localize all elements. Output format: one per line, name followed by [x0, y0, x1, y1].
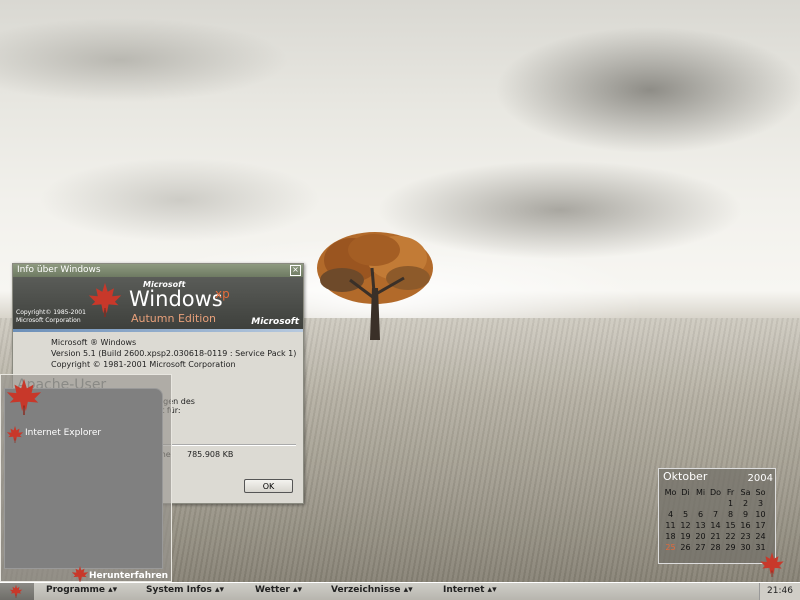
day-cell: 27	[695, 543, 706, 552]
version-text: Version 5.1 (Build 2600.xpsp2.030618-011…	[51, 349, 297, 358]
windows-xp-banner: Microsoft Windows xp Autumn Edition Copy…	[13, 277, 303, 329]
about-title: Info über Windows	[17, 265, 101, 275]
day-cell: 22	[725, 532, 736, 541]
day-cell: 3	[757, 499, 764, 508]
day-cell: 19	[680, 532, 691, 541]
day-cell: 1	[727, 499, 734, 508]
week-row: 18 19 20 21 22 23 24	[663, 531, 768, 542]
copyright-text: Copyright © 1981-2001 Microsoft Corporat…	[51, 360, 236, 369]
taskbar-menu-system-infos[interactable]: System Infos ▴▾	[146, 585, 224, 595]
day-cell: 6	[697, 510, 704, 519]
day-cell: 30	[740, 543, 751, 552]
day-cell: 23	[740, 532, 751, 541]
maple-leaf-icon	[5, 377, 43, 415]
week-row: 25 26 27 28 29 30 31	[663, 542, 768, 553]
day-cell: 29	[725, 543, 736, 552]
maple-leaf-icon	[9, 584, 23, 598]
weekday-label: Mi	[695, 488, 706, 497]
day-cell: 12	[680, 521, 691, 530]
banner-windows: Windows	[129, 287, 223, 311]
day-cell: 2	[742, 499, 749, 508]
calendar-grid: Mo Di Mi Do Fr Sa So 123 4 5 6 7 8 9 10 11 12 13…	[663, 487, 768, 553]
weekday-label: Mo	[664, 488, 677, 497]
maple-leaf-icon	[71, 565, 89, 583]
ok-button[interactable]: OK	[244, 479, 293, 493]
close-icon: ×	[292, 265, 299, 274]
memory-value: 785.908 KB	[187, 450, 234, 459]
day-cell: 13	[695, 521, 706, 530]
day-cell: 9	[742, 510, 749, 519]
start-menu-panel	[4, 388, 163, 569]
today-cell: 25	[665, 543, 676, 552]
day-cell	[663, 498, 678, 509]
weekday-label: Fr	[726, 488, 735, 497]
calendar-year: 2004	[747, 473, 773, 484]
day-cell: 18	[665, 532, 676, 541]
week-row: 123	[663, 498, 768, 509]
banner-xp: xp	[215, 287, 230, 301]
day-cell: 28	[710, 543, 721, 552]
day-cell: 17	[755, 521, 766, 530]
day-cell: 11	[665, 521, 676, 530]
week-row: 11 12 13 14 15 16 17	[663, 520, 768, 531]
close-button[interactable]: ×	[290, 265, 301, 276]
weekday-label: Sa	[740, 488, 751, 497]
day-cell: 10	[755, 510, 766, 519]
banner-copyright-line1: Copyright© 1985-2001	[16, 309, 86, 316]
banner-copyright: Copyright© 1985-2001 Microsoft Corporati…	[16, 309, 86, 325]
weekday-label: Di	[681, 488, 690, 497]
day-cell: 14	[710, 521, 721, 530]
day-cell: 8	[727, 510, 734, 519]
day-cell: 21	[710, 532, 721, 541]
about-info-text: Microsoft ® Windows Version 5.1 (Build 2…	[51, 337, 296, 370]
microsoft-logo: Microsoft	[251, 317, 299, 327]
taskbar-menu-programme[interactable]: Programme ▴▾	[46, 585, 117, 595]
taskbar: Programme ▴▾ System Infos ▴▾ Wetter ▴▾ V…	[0, 582, 800, 600]
maple-leaf-icon	[759, 551, 785, 577]
maple-leaf-icon	[87, 281, 123, 317]
product-name: Microsoft ® Windows	[51, 338, 137, 347]
about-titlebar[interactable]: Info über Windows ×	[13, 264, 303, 277]
week-row: 4 5 6 7 8 9 10	[663, 509, 768, 520]
taskbar-menu-internet[interactable]: Internet ▴▾	[443, 585, 497, 595]
banner-edition: Autumn Edition	[131, 312, 217, 325]
calendar-month: Oktober	[663, 470, 708, 483]
shutdown-button[interactable]: Herunterfahren	[89, 571, 168, 581]
taskbar-clock: 21:46	[759, 583, 800, 600]
day-cell	[678, 498, 693, 509]
day-cell: 4	[667, 510, 674, 519]
day-cell: 20	[695, 532, 706, 541]
start-button[interactable]	[0, 583, 34, 600]
autumn-tree-image	[317, 232, 433, 340]
start-menu: Apache-User Internet Explorer Herunterfa…	[0, 374, 172, 582]
banner-copyright-line2: Microsoft Corporation	[16, 317, 81, 324]
day-cell: 15	[725, 521, 736, 530]
taskbar-menu-verzeichnisse[interactable]: Verzeichnisse ▴▾	[331, 585, 413, 595]
weekday-row: Mo Di Mi Do Fr Sa So	[663, 487, 768, 498]
day-cell: 5	[682, 510, 689, 519]
banner-stripe	[13, 329, 303, 332]
maple-leaf-icon	[6, 425, 24, 443]
taskbar-menu-wetter[interactable]: Wetter ▴▾	[255, 585, 302, 595]
day-cell	[708, 498, 723, 509]
day-cell: 16	[740, 521, 751, 530]
day-cell: 24	[755, 532, 766, 541]
menu-item-internet-explorer[interactable]: Internet Explorer	[25, 428, 101, 438]
day-cell	[693, 498, 708, 509]
weekday-label: So	[755, 488, 766, 497]
weekday-label: Do	[709, 488, 722, 497]
day-cell: 26	[680, 543, 691, 552]
calendar-widget: Oktober 2004 Mo Di Mi Do Fr Sa So 123 45…	[658, 468, 776, 564]
day-cell: 7	[712, 510, 719, 519]
